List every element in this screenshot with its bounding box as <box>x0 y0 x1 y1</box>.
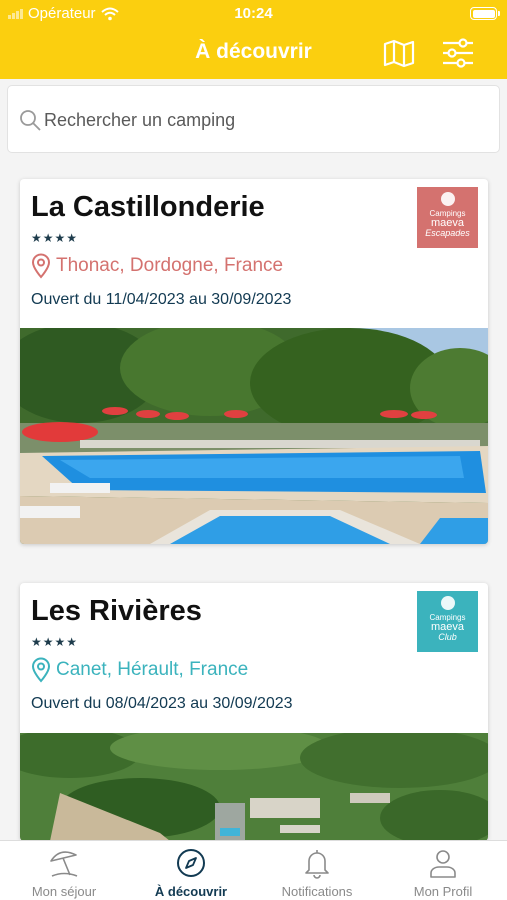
tab-mon-profil[interactable]: Mon Profil <box>380 841 506 900</box>
bell-icon <box>305 850 329 879</box>
status-time: 10:24 <box>234 5 273 22</box>
camping-photo-pool <box>20 328 488 544</box>
tab-label: À découvrir <box>154 884 228 899</box>
search-icon <box>20 110 41 131</box>
camping-card[interactable]: La Castillonderie ★★★★ Thonac, Dordogne,… <box>20 179 488 544</box>
tab-notifications[interactable]: Notifications <box>254 841 380 900</box>
star-rating: ★★★★ <box>31 231 79 245</box>
camping-photo-aerial <box>20 733 488 841</box>
tab-label: Notifications <box>281 884 353 899</box>
badge-line3: Club <box>438 632 457 642</box>
user-icon <box>430 850 456 878</box>
star-rating: ★★★★ <box>31 635 79 649</box>
location-pin-icon <box>31 657 51 683</box>
map-icon[interactable] <box>382 37 416 69</box>
page-title: À découvrir <box>195 40 312 63</box>
status-bar: Opérateur 10:24 <box>0 0 507 30</box>
badge-line3: Escapades <box>425 228 470 238</box>
filter-icon[interactable] <box>441 37 475 69</box>
tab-bar: Mon séjour À découvrir Notifications Mon… <box>0 840 507 900</box>
opening-dates: Ouvert du 08/04/2023 au 30/09/2023 <box>31 695 293 712</box>
tab-label: Mon séjour <box>31 884 97 899</box>
app-header: Opérateur 10:24 À découvrir <box>0 0 507 79</box>
location-label: Thonac, Dordogne, France <box>56 255 284 276</box>
camping-location: Canet, Hérault, France <box>30 657 248 683</box>
tab-mon-sejour[interactable]: Mon séjour <box>1 841 127 900</box>
location-pin-icon <box>31 253 51 279</box>
maeva-escapades-logo: Campings maeva Escapades <box>417 187 478 248</box>
tab-label: Mon Profil <box>413 884 473 899</box>
maeva-club-logo: Campings maeva Club <box>417 591 478 652</box>
search-input[interactable] <box>44 104 484 136</box>
beach-umbrella-icon <box>50 851 78 877</box>
camping-name: La Castillonderie <box>31 191 265 223</box>
battery-icon <box>470 7 500 20</box>
compass-icon <box>177 849 205 877</box>
opening-dates: Ouvert du 11/04/2023 au 30/09/2023 <box>31 291 292 308</box>
maeva-logo-icon <box>440 192 455 206</box>
camping-name: Les Rivières <box>31 595 202 627</box>
camping-location: Thonac, Dordogne, France <box>30 253 283 279</box>
location-label: Canet, Hérault, France <box>56 659 249 680</box>
maeva-logo-icon <box>440 596 455 610</box>
tab-a-decouvrir[interactable]: À découvrir <box>128 841 254 900</box>
search-bar[interactable] <box>7 85 500 153</box>
camping-card[interactable]: Les Rivières ★★★★ Canet, Hérault, France… <box>20 583 488 841</box>
